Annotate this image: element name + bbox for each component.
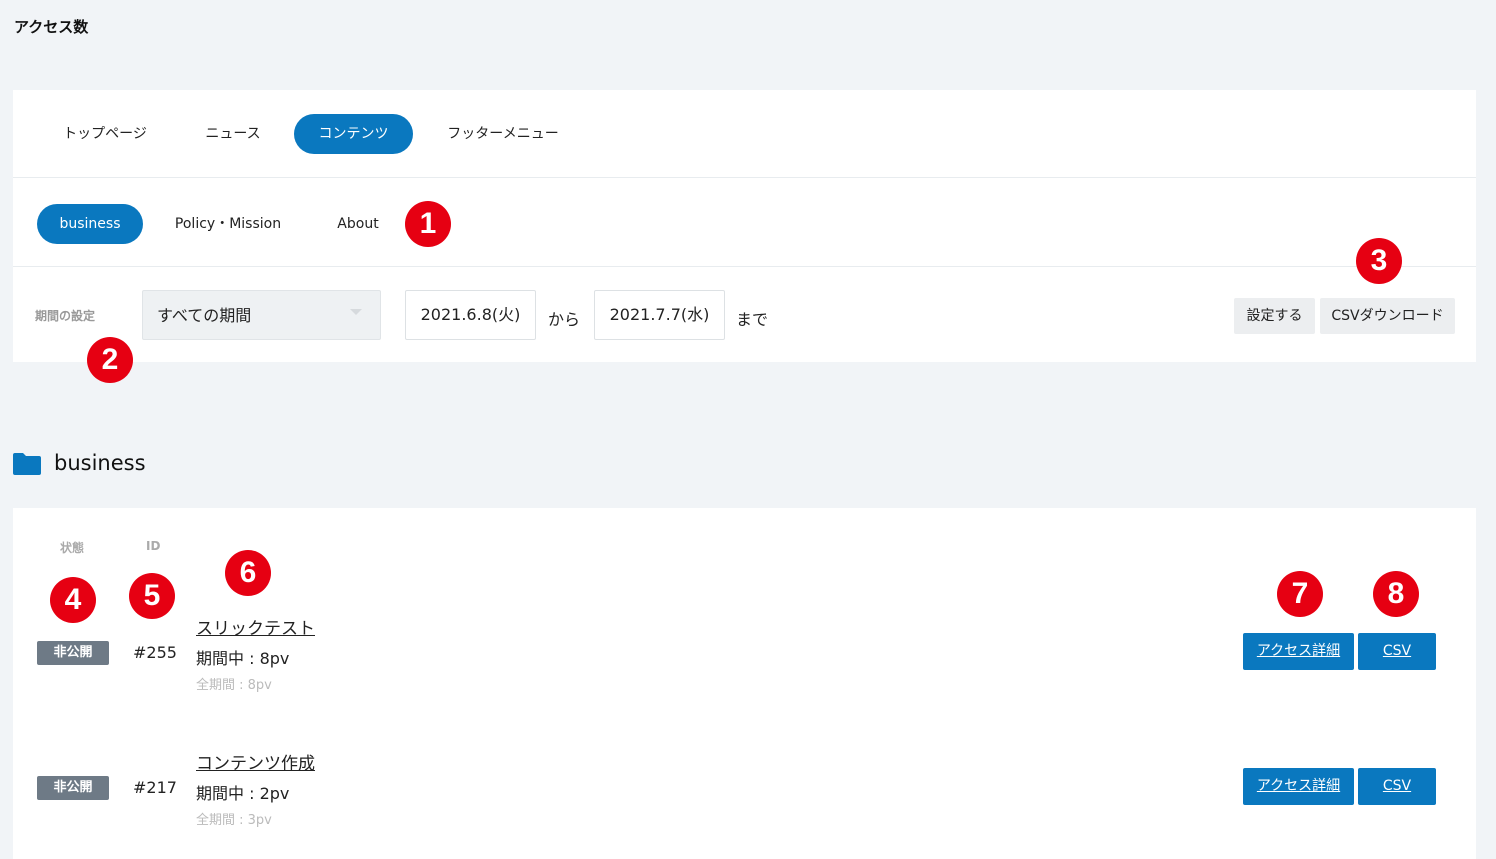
subtab-about[interactable]: About — [323, 204, 393, 244]
start-date-field[interactable]: 2021.6.8(火) — [405, 290, 536, 340]
marker-1: 1 — [405, 201, 451, 247]
item-id: #255 — [133, 643, 177, 662]
item-title-link[interactable]: スリックテスト — [196, 614, 315, 639]
item-period-pv: 期間中 : 2pv — [196, 784, 290, 803]
from-text: から — [548, 310, 581, 329]
item-id: #217 — [133, 778, 177, 797]
end-date-field[interactable]: 2021.7.7(水) — [594, 290, 725, 340]
marker-4: 4 — [50, 577, 96, 623]
status-badge: 非公開 — [37, 776, 109, 800]
marker-2: 2 — [87, 337, 133, 383]
marker-3: 3 — [1356, 238, 1402, 284]
csv-download-button[interactable]: CSVダウンロード — [1320, 298, 1455, 334]
column-header-status: 状態 — [60, 541, 85, 555]
chevron-down-icon — [350, 309, 362, 315]
marker-5: 5 — [129, 573, 175, 619]
subcategory-tabs: business Policy・Mission About — [13, 179, 1476, 267]
marker-8: 8 — [1373, 571, 1419, 617]
access-detail-button[interactable]: アクセス詳細 — [1243, 768, 1354, 805]
period-select-value: すべての期間 — [157, 306, 252, 325]
item-total-pv: 全期間 : 8pv — [196, 678, 272, 693]
access-detail-button[interactable]: アクセス詳細 — [1243, 633, 1354, 670]
tab-news[interactable]: ニュース — [188, 114, 278, 154]
apply-button[interactable]: 設定する — [1234, 298, 1315, 334]
item-period-pv: 期間中 : 8pv — [196, 649, 290, 668]
until-text: まで — [736, 310, 769, 329]
period-select[interactable]: すべての期間 — [142, 290, 381, 340]
subtab-policy-mission[interactable]: Policy・Mission — [165, 204, 291, 244]
csv-button[interactable]: CSV — [1358, 768, 1436, 805]
marker-7: 7 — [1277, 571, 1323, 617]
status-badge: 非公開 — [37, 641, 109, 665]
tab-footer-menu[interactable]: フッターメニュー — [438, 114, 568, 154]
category-tabs: トップページ ニュース コンテンツ フッターメニュー — [13, 90, 1476, 178]
filter-panel: トップページ ニュース コンテンツ フッターメニュー business Poli… — [13, 90, 1476, 362]
subtab-business[interactable]: business — [37, 204, 143, 244]
item-total-pv: 全期間 : 3pv — [196, 813, 272, 828]
tab-top-page[interactable]: トップページ — [47, 114, 163, 154]
csv-button[interactable]: CSV — [1358, 633, 1436, 670]
folder-icon — [13, 453, 41, 475]
item-title-link[interactable]: コンテンツ作成 — [196, 749, 315, 774]
column-header-id: ID — [146, 539, 161, 553]
marker-6: 6 — [225, 550, 271, 596]
section-title: business — [54, 451, 146, 475]
period-label: 期間の設定 — [35, 309, 96, 323]
period-settings: 期間の設定 すべての期間 2021.6.8(火) から 2021.7.7(水) … — [13, 268, 1476, 362]
page-title: アクセス数 — [14, 18, 89, 36]
tab-contents[interactable]: コンテンツ — [294, 114, 413, 154]
